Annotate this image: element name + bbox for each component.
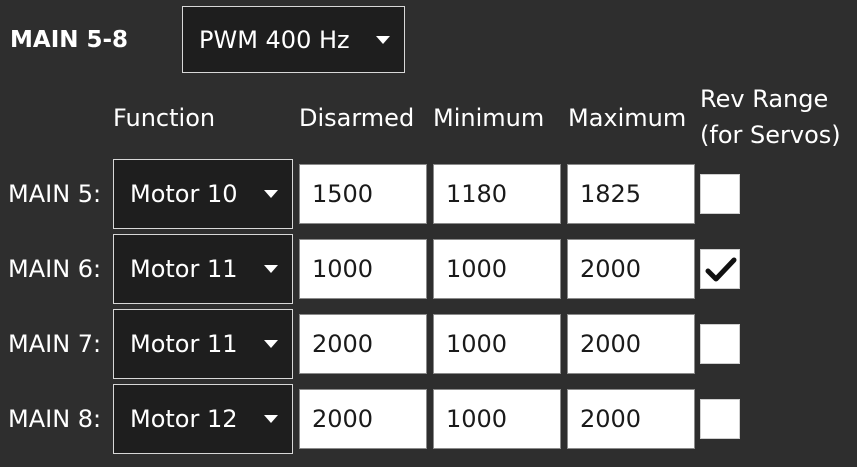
caret-down-icon: [376, 35, 390, 44]
function-select-main8[interactable]: Motor 12: [113, 384, 293, 454]
rev-range-checkbox-main8[interactable]: [700, 399, 740, 439]
maximum-input-main6[interactable]: [567, 239, 695, 299]
function-select-main7[interactable]: Motor 11: [113, 309, 293, 379]
maximum-input-main7[interactable]: [567, 314, 695, 374]
maximum-input-main8[interactable]: [567, 389, 695, 449]
maximum-input-main5[interactable]: [567, 164, 695, 224]
caret-down-icon: [264, 340, 278, 348]
row-label-main8: MAIN 8:: [8, 405, 102, 433]
disarmed-input-main6[interactable]: [299, 239, 427, 299]
row-label-main5: MAIN 5:: [8, 180, 102, 208]
minimum-input-main8[interactable]: [433, 389, 561, 449]
rev-range-checkbox-main5[interactable]: [700, 174, 740, 214]
minimum-input-main7[interactable]: [433, 314, 561, 374]
column-header-maximum: Maximum: [568, 104, 687, 132]
column-header-minimum: Minimum: [433, 104, 545, 132]
function-select-main6[interactable]: Motor 11: [113, 234, 293, 304]
function-value: Motor 12: [130, 405, 238, 433]
function-value: Motor 11: [130, 330, 238, 358]
row-label-main6: MAIN 6:: [8, 255, 102, 283]
disarmed-input-main8[interactable]: [299, 389, 427, 449]
group-title: MAIN 5-8: [10, 27, 129, 53]
column-header-function: Function: [113, 104, 216, 132]
function-value: Motor 10: [130, 180, 238, 208]
disarmed-input-main7[interactable]: [299, 314, 427, 374]
caret-down-icon: [264, 190, 278, 198]
function-select-main5[interactable]: Motor 10: [113, 159, 293, 229]
rev-range-checkbox-main7[interactable]: [700, 324, 740, 364]
pwm-rate-value: PWM 400 Hz: [199, 25, 350, 54]
minimum-input-main5[interactable]: [433, 164, 561, 224]
pwm-rate-select[interactable]: PWM 400 Hz: [182, 6, 405, 73]
caret-down-icon: [264, 265, 278, 273]
column-header-rev-range: Rev Range: [700, 85, 829, 113]
checkmark-icon: [705, 257, 737, 282]
function-value: Motor 11: [130, 255, 238, 283]
rev-range-checkbox-main6[interactable]: [700, 249, 740, 289]
column-header-rev-range-note: (for Servos): [700, 121, 841, 149]
row-label-main7: MAIN 7:: [8, 330, 102, 358]
caret-down-icon: [264, 415, 278, 423]
disarmed-input-main5[interactable]: [299, 164, 427, 224]
minimum-input-main6[interactable]: [433, 239, 561, 299]
column-header-disarmed: Disarmed: [299, 104, 415, 132]
